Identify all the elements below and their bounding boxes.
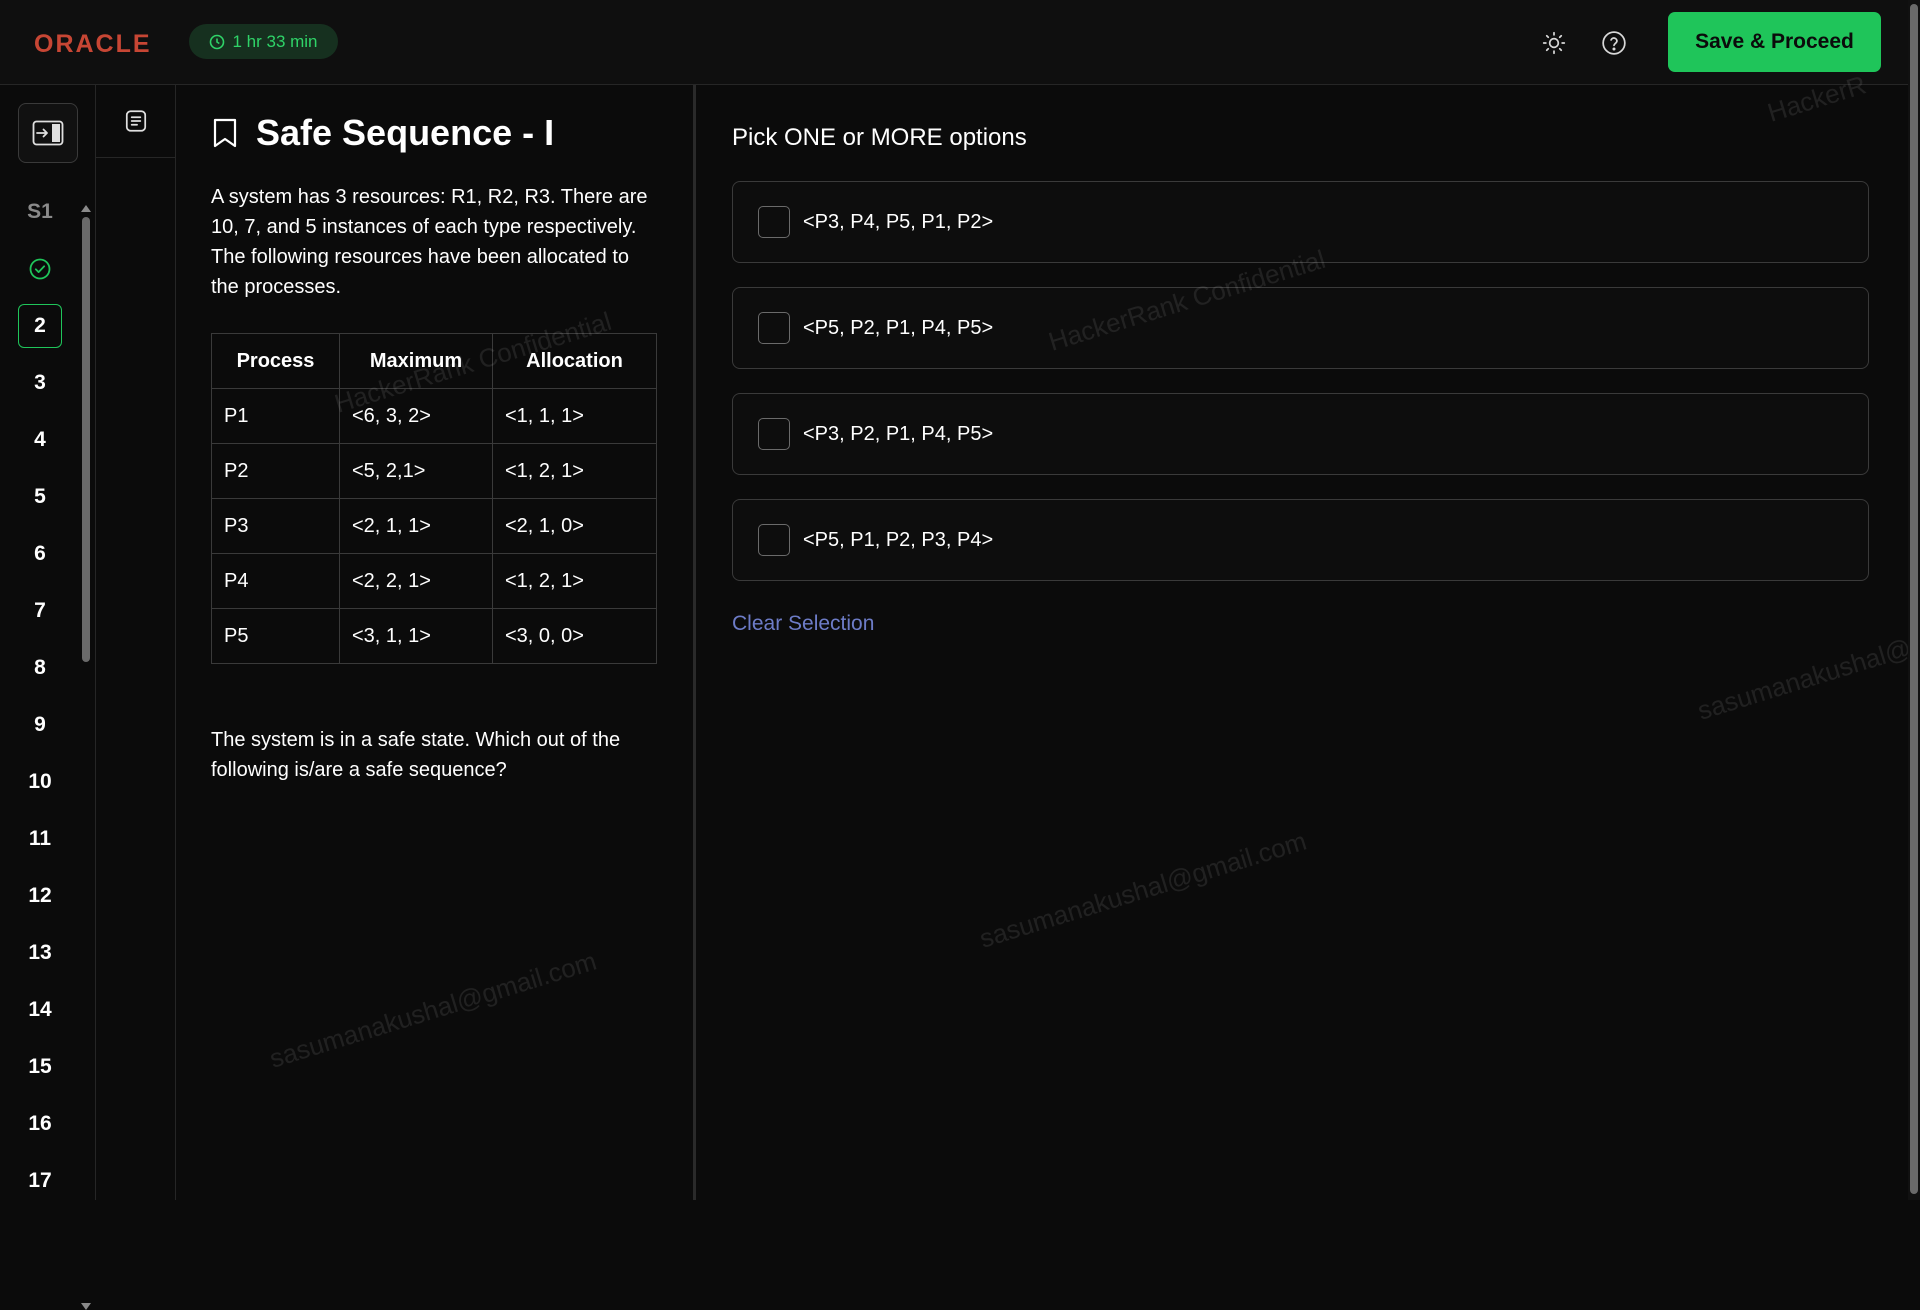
question-text: A system has 3 resources: R1, R2, R3. Th… [211,186,648,298]
watermark-email: sasumanakushal@gmail.com [976,825,1310,954]
question-item-11[interactable]: 11 [18,817,62,861]
question-item-5[interactable]: 5 [18,475,62,519]
question-item-7[interactable]: 7 [18,589,62,633]
table-cell: P5 [211,608,340,664]
question-item-6[interactable]: 6 [18,532,62,576]
table-cell: <1, 2, 1> [492,443,657,499]
option-3[interactable]: <P3, P2, P1, P4, P5> [732,393,1869,475]
question-panel: Safe Sequence - I A system has 3 resourc… [176,85,693,1200]
timer-badge: 1 hr 33 min [189,24,338,59]
page-scrollbar[interactable] [1908,0,1920,1200]
scroll-up-arrow[interactable] [81,205,91,212]
question-item-17[interactable]: 17 [18,1159,62,1203]
question-title: Safe Sequence - I [256,112,555,153]
help-circle-icon [1602,31,1626,55]
table-cell: <2, 1, 1> [339,498,493,554]
question-1-answered[interactable] [18,247,62,291]
timer-text: 1 hr 33 min [232,31,318,51]
panel-tab-strip [96,85,176,1200]
allocation-table: Process Maximum Allocation P1 <6, 3, 2> … [211,333,657,664]
question-item-3[interactable]: 3 [18,361,62,405]
table-cell: <2, 1, 0> [492,498,657,554]
scroll-down-arrow[interactable] [81,1303,91,1310]
answer-instruction: Pick ONE or MORE options [732,124,1027,151]
table-header-row: Process Maximum Allocation [211,333,657,389]
table-cell: P4 [211,553,340,609]
table-row: P5 <3, 1, 1> <3, 0, 0> [211,608,657,664]
table-cell: P2 [211,443,340,499]
option-label: <P5, P1, P2, P3, P4> [803,528,994,551]
option-label: <P3, P2, P1, P4, P5> [803,422,994,445]
clear-selection-link[interactable]: Clear Selection [732,612,874,636]
table-cell: <3, 0, 0> [492,608,657,664]
table-cell: <1, 2, 1> [492,553,657,609]
option-label: <P5, P2, P1, P4, P5> [803,316,994,339]
question-item-15[interactable]: 15 [18,1045,62,1089]
question-item-14[interactable]: 14 [18,988,62,1032]
bookmark-icon[interactable] [212,117,238,149]
question-title-row: Safe Sequence - I [212,112,554,154]
question-item-8[interactable]: 8 [18,646,62,690]
collapse-sidebar-button[interactable] [18,103,78,163]
oracle-logo: ORACLE [34,30,152,58]
question-item-9[interactable]: 9 [18,703,62,747]
question-item-2[interactable]: 2 [18,304,62,348]
table-row: P2 <5, 2,1> <1, 2, 1> [211,443,657,499]
top-header: ORACLE 1 hr 33 min Save & Proceed [0,0,1920,85]
option-2[interactable]: <P5, P2, P1, P4, P5> [732,287,1869,369]
column-header: Maximum [339,333,493,389]
option-checkbox[interactable] [758,312,790,344]
clock-icon [210,34,225,49]
table-cell: P1 [211,388,340,444]
question-item-16[interactable]: 16 [18,1102,62,1146]
option-checkbox[interactable] [758,206,790,238]
document-icon [125,110,146,132]
table-row: P3 <2, 1, 1> <2, 1, 0> [211,498,657,554]
sun-icon [1542,31,1566,55]
option-1[interactable]: <P3, P4, P5, P1, P2> [732,181,1869,263]
table-cell: <5, 2,1> [339,443,493,499]
question-item-12[interactable]: 12 [18,874,62,918]
table-row: P4 <2, 2, 1> <1, 2, 1> [211,553,657,609]
question-tab[interactable] [96,85,175,158]
watermark-email: sasumanakushal@gmail.com [266,945,600,1074]
scrollbar-thumb[interactable] [82,217,90,662]
option-label: <P3, P4, P5, P1, P2> [803,210,994,233]
check-circle-icon [29,258,51,280]
question-nav-scrollbar[interactable] [81,205,91,1310]
column-header: Allocation [492,333,657,389]
question-navigator: S1 2 3 4 5 6 7 8 9 10 11 12 13 14 15 16 … [0,85,96,1310]
option-checkbox[interactable] [758,524,790,556]
table-cell: <1, 1, 1> [492,388,657,444]
help-button[interactable] [1595,24,1633,62]
column-header: Process [211,333,340,389]
question-item-4[interactable]: 4 [18,418,62,462]
answer-panel: Pick ONE or MORE options <P3, P4, P5, P1… [696,69,1920,1200]
theme-toggle-button[interactable] [1535,24,1573,62]
question-item-10[interactable]: 10 [18,760,62,804]
table-cell: <3, 1, 1> [339,608,493,664]
section-label: S1 [27,200,53,223]
page-scrollbar-thumb[interactable] [1910,4,1918,1194]
question-prompt: The system is in a safe state. Which out… [211,729,621,781]
save-and-proceed-button[interactable]: Save & Proceed [1668,12,1881,72]
table-row: P1 <6, 3, 2> <1, 1, 1> [211,388,657,444]
question-item-13[interactable]: 13 [18,931,62,975]
table-cell: <6, 3, 2> [339,388,493,444]
option-checkbox[interactable] [758,418,790,450]
table-cell: <2, 2, 1> [339,553,493,609]
option-4[interactable]: <P5, P1, P2, P3, P4> [732,499,1869,581]
sidebar-toggle-icon [32,120,64,146]
table-cell: P3 [211,498,340,554]
watermark-partial: sasumanakushal@ [1694,632,1915,726]
